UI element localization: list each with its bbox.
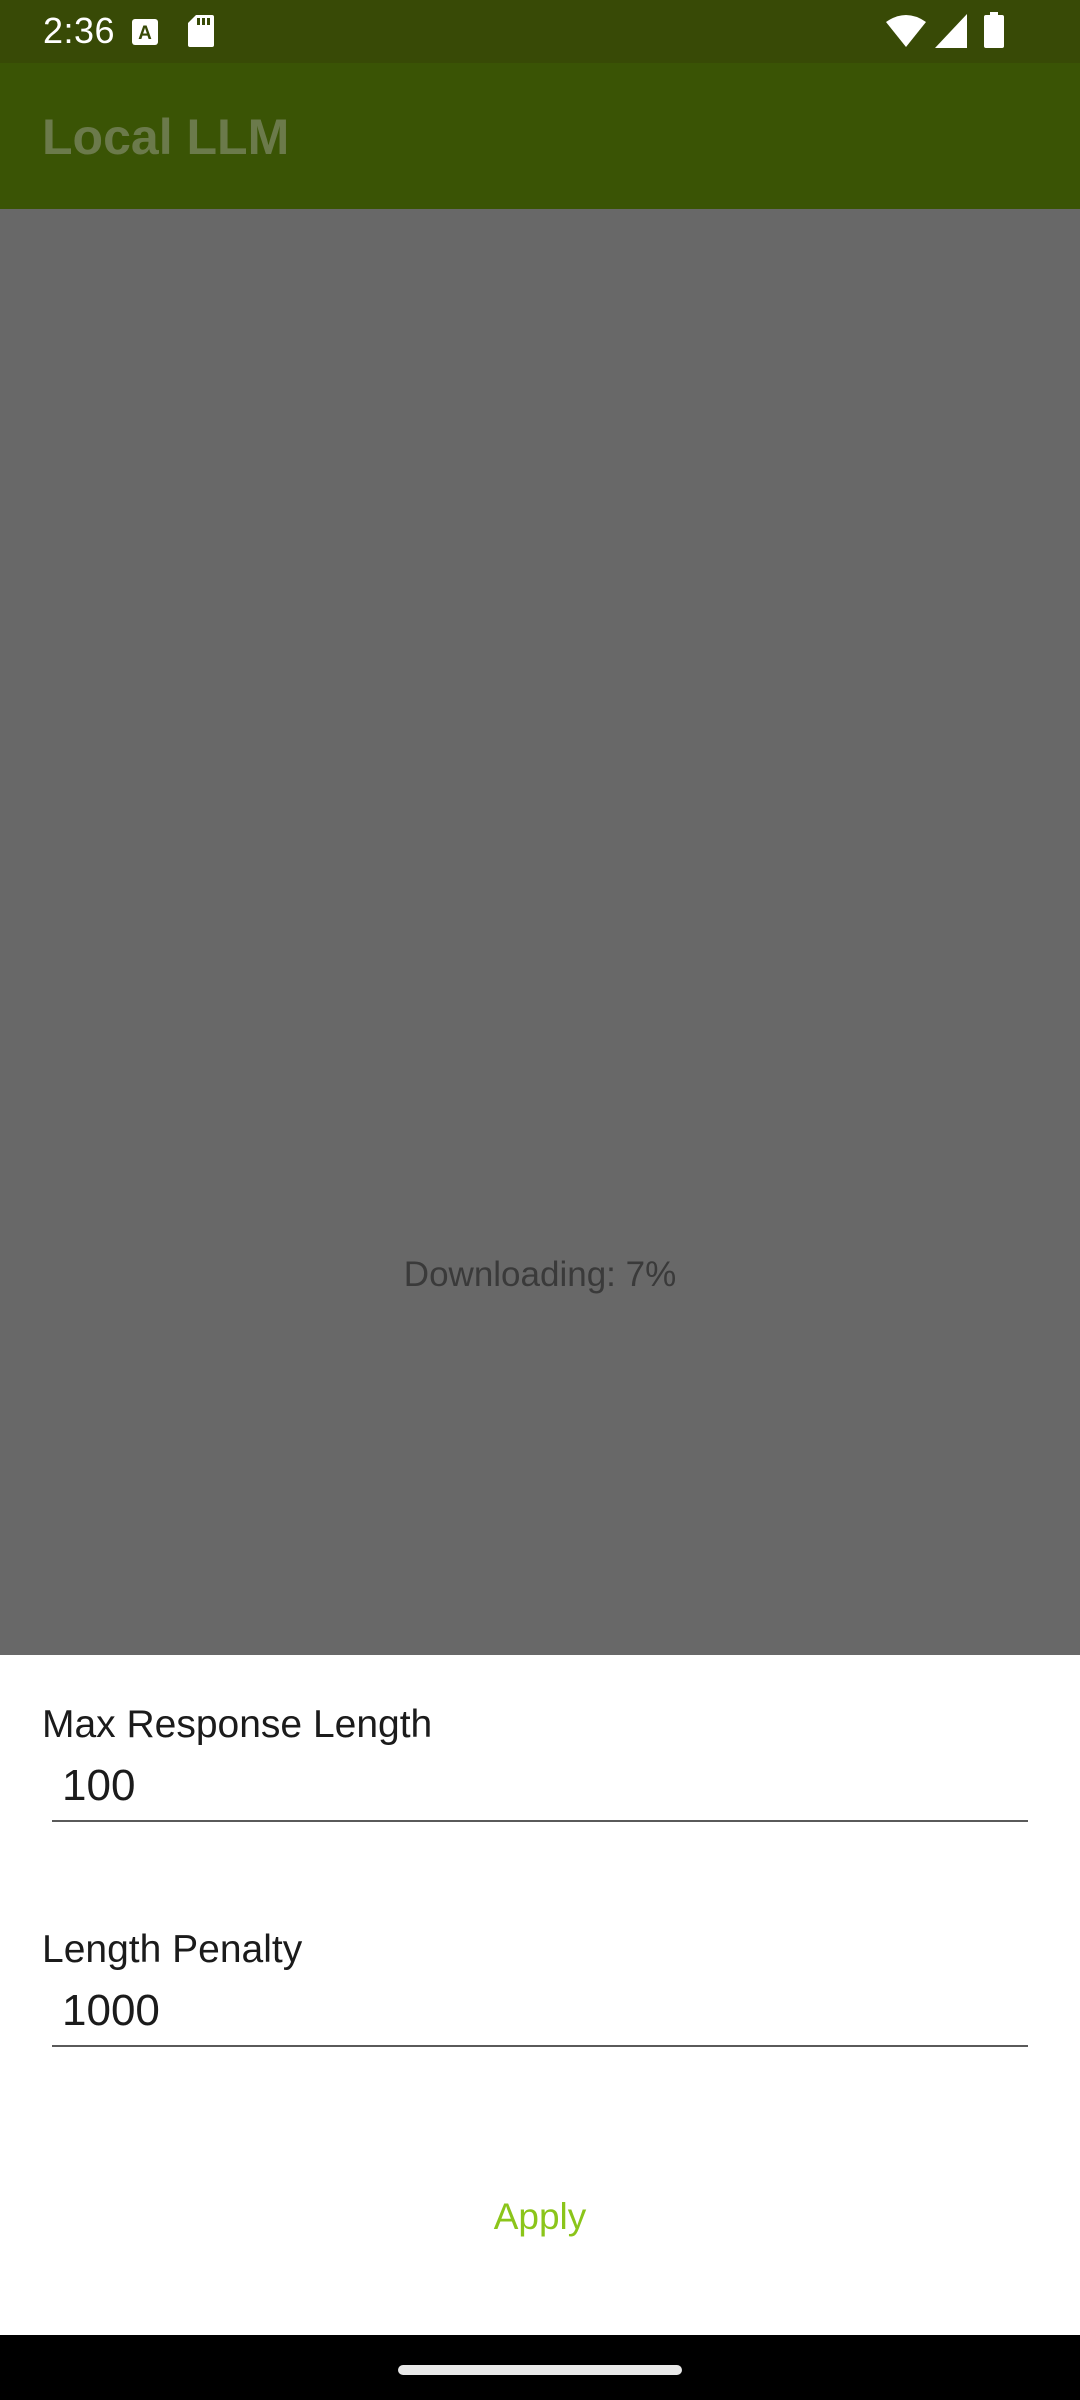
- screen: 2:36 A Local LLM Downloading: 7% Max Res…: [0, 0, 1080, 2400]
- battery-icon: [984, 12, 1004, 48]
- svg-text:A: A: [138, 23, 152, 44]
- wifi-icon: [886, 15, 926, 47]
- apply-button[interactable]: Apply: [390, 2175, 690, 2259]
- length-penalty-label: Length Penalty: [42, 1928, 303, 1971]
- status-bar: 2:36 A: [0, 0, 1080, 63]
- max-response-length-label: Max Response Length: [42, 1703, 433, 1746]
- settings-bottom-sheet: Max Response Length Length Penalty Apply: [0, 1655, 1080, 2335]
- keyboard-a-icon: A: [132, 19, 158, 45]
- status-time: 2:36: [43, 10, 116, 51]
- content-area-dimmed[interactable]: Downloading: 7%: [0, 209, 1080, 1655]
- sd-card-icon: [188, 15, 214, 47]
- cell-signal-icon: [935, 14, 967, 48]
- max-response-length-input[interactable]: [52, 1752, 1028, 1822]
- home-gesture-handle[interactable]: [398, 2365, 682, 2375]
- download-status-text: Downloading: 7%: [403, 1255, 677, 1294]
- length-penalty-input[interactable]: [52, 1977, 1028, 2047]
- navigation-bar: [0, 2335, 1080, 2400]
- app-bar: Local LLM: [0, 63, 1080, 209]
- app-title: Local LLM: [42, 109, 290, 165]
